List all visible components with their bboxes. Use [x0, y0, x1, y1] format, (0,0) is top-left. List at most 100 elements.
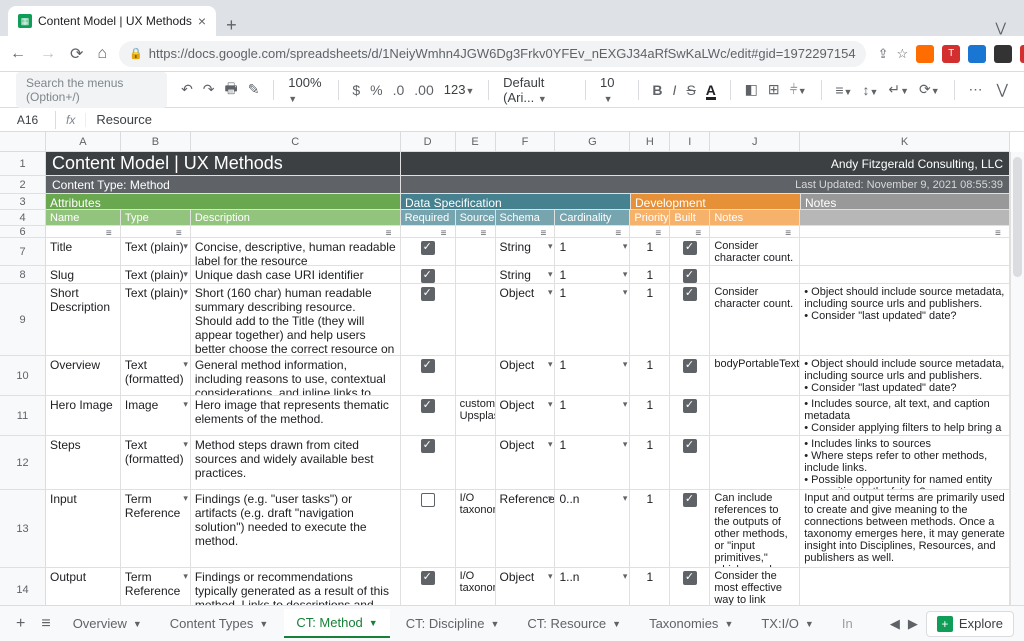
filter-icon[interactable]: ≡	[615, 228, 627, 237]
filter-cell[interactable]: ≡	[670, 226, 710, 237]
row-headers[interactable]: 1 2 3 4 6 7891011121314	[0, 152, 46, 605]
dropdown-icon[interactable]: ▾	[623, 241, 628, 252]
cell-dev-notes[interactable]	[710, 436, 800, 489]
col-header[interactable]: J	[710, 132, 800, 152]
dropdown-icon[interactable]: ▾	[623, 287, 628, 298]
cell-notes[interactable]: • Includes source, alt text, and caption…	[800, 396, 1010, 435]
text-color-icon[interactable]: A	[706, 82, 716, 98]
dropdown-icon[interactable]: ▾	[548, 439, 553, 450]
checkbox[interactable]	[421, 287, 435, 301]
dropdown-icon[interactable]: ▾	[183, 269, 188, 280]
dropdown-icon[interactable]: ▾	[623, 359, 628, 370]
dropdown-icon[interactable]: ▾	[548, 359, 553, 370]
cell-built[interactable]	[670, 284, 710, 355]
cell-notes[interactable]: • Object should include source metadata,…	[800, 356, 1010, 395]
checkbox[interactable]	[421, 241, 435, 255]
cell-schema[interactable]: Object▾	[496, 568, 556, 605]
merge-icon[interactable]: ⫩▼	[790, 81, 807, 98]
filter-icon[interactable]: ≡	[540, 228, 552, 237]
cell-built[interactable]	[670, 396, 710, 435]
cell-priority[interactable]: 1	[630, 436, 670, 489]
filter-cell[interactable]: ≡	[191, 226, 401, 237]
cell-schema[interactable]: Object▾	[496, 396, 556, 435]
cell-notes[interactable]	[800, 238, 1010, 265]
number-format-select[interactable]: 123▼	[444, 82, 475, 97]
row-header[interactable]: 8	[0, 266, 46, 284]
col-schema[interactable]: Schema Type	[496, 210, 556, 225]
window-control-icon[interactable]: ⋁	[985, 20, 1016, 36]
cell-source[interactable]: custom, Upsplash	[456, 396, 496, 435]
filter-cell[interactable]: ≡	[555, 226, 630, 237]
all-sheets-button[interactable]: ≡	[35, 615, 56, 633]
row-header[interactable]: 11	[0, 396, 46, 436]
dropdown-icon[interactable]: ▾	[623, 269, 628, 280]
cell-notes[interactable]: • Includes links to sources • Where step…	[800, 436, 1010, 489]
cell-built[interactable]	[670, 436, 710, 489]
col-header[interactable]: K	[800, 132, 1010, 152]
col-notes[interactable]	[800, 210, 1010, 225]
cell-type[interactable]: Text (formatted)▾	[121, 356, 191, 395]
cell-schema[interactable]: String▾	[496, 238, 556, 265]
checkbox[interactable]	[683, 439, 697, 453]
cell-cardinality[interactable]: 1▾	[555, 396, 630, 435]
italic-icon[interactable]: I	[673, 82, 677, 98]
col-type[interactable]: Type	[121, 210, 191, 225]
cell-source[interactable]	[456, 238, 496, 265]
menu-search[interactable]: Search the menus (Option+/)	[16, 72, 167, 108]
cell-description[interactable]: Short (160 char) human readable summary …	[191, 284, 401, 355]
checkbox[interactable]	[421, 359, 435, 373]
tab-overview[interactable]: Overview▼	[61, 610, 154, 637]
filter-icon[interactable]: ≡	[176, 228, 188, 237]
filter-icon[interactable]: ≡	[106, 228, 118, 237]
row-header[interactable]: 10	[0, 356, 46, 396]
checkbox[interactable]	[683, 241, 697, 255]
cell-type[interactable]: Text (plain)▾	[121, 238, 191, 265]
row-header[interactable]: 14	[0, 568, 46, 605]
cell-schema[interactable]: Reference▾	[496, 490, 556, 567]
filter-cell[interactable]: ≡	[401, 226, 456, 237]
cell-dev-notes[interactable]: Consider character count.	[710, 284, 800, 355]
close-tab-icon[interactable]: ×	[198, 13, 206, 29]
filter-cell[interactable]: ≡	[456, 226, 496, 237]
col-priority[interactable]: Priority	[630, 210, 670, 225]
column-headers[interactable]: A B C D E F G H I J K	[46, 132, 1010, 152]
cell-dev-notes[interactable]: Consider character count.	[710, 238, 800, 265]
dropdown-icon[interactable]: ▾	[183, 571, 188, 582]
reload-button[interactable]: ⟳	[70, 44, 83, 64]
cell-source[interactable]	[456, 284, 496, 355]
cell-priority[interactable]: 1	[630, 356, 670, 395]
sheet-title[interactable]: Content Model | UX Methods	[46, 152, 401, 175]
cell-built[interactable]	[670, 356, 710, 395]
checkbox[interactable]	[683, 359, 697, 373]
cell-name[interactable]: Title	[46, 238, 121, 265]
cell-description[interactable]: Unique dash case URI identifier	[191, 266, 401, 283]
tab-ct-resource[interactable]: CT: Resource▼	[515, 610, 633, 637]
dropdown-icon[interactable]: ▾	[183, 241, 188, 252]
font-size-select[interactable]: 10 ▼	[600, 75, 624, 105]
cell-name[interactable]: Steps	[46, 436, 121, 489]
cell-notes[interactable]: • Object should include source metadata,…	[800, 284, 1010, 355]
cell-required[interactable]	[401, 568, 456, 605]
decrease-decimal-icon[interactable]: .0	[393, 82, 405, 98]
cell-type[interactable]: Image▾	[121, 396, 191, 435]
row-header[interactable]: 7	[0, 238, 46, 266]
col-source[interactable]: Source	[456, 210, 496, 225]
tab-taxonomies[interactable]: Taxonomies▼	[637, 610, 745, 637]
checkbox[interactable]	[683, 399, 697, 413]
cell-cardinality[interactable]: 1▾	[555, 284, 630, 355]
cell-description[interactable]: General method information, including re…	[191, 356, 401, 395]
row-header[interactable]: 9	[0, 284, 46, 356]
content-type-label[interactable]: Content Type: Method	[46, 176, 401, 193]
undo-icon[interactable]: ↶	[181, 81, 193, 98]
col-header[interactable]: C	[191, 132, 401, 152]
ext-1-icon[interactable]	[916, 45, 934, 63]
formula-input[interactable]: Resource	[86, 112, 162, 127]
percent-icon[interactable]: %	[370, 82, 382, 98]
cell-cardinality[interactable]: 1▾	[555, 356, 630, 395]
cell-priority[interactable]: 1	[630, 396, 670, 435]
cell-name[interactable]: Hero Image	[46, 396, 121, 435]
checkbox[interactable]	[421, 269, 435, 283]
cell-description[interactable]: Findings (e.g. "user tasks") or artifact…	[191, 490, 401, 567]
cell-dev-notes[interactable]: bodyPortableText	[710, 356, 800, 395]
cell-type[interactable]: Term Reference▾	[121, 490, 191, 567]
